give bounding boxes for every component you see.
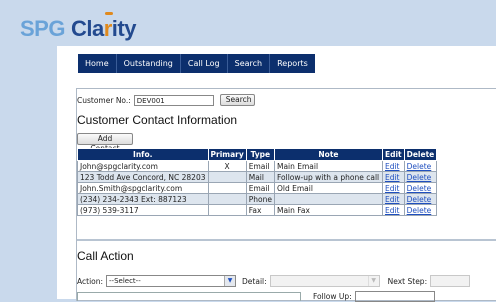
next-step-label: Next Step: xyxy=(387,276,428,286)
col-edit: Edit xyxy=(381,148,405,161)
contact-type: Fax xyxy=(245,204,275,216)
contact-note xyxy=(273,193,383,205)
contact-primary xyxy=(207,182,247,194)
contact-primary xyxy=(207,171,247,183)
delete-link[interactable]: Delete xyxy=(407,206,432,215)
nav-outstanding[interactable]: Outstanding xyxy=(117,54,181,73)
edit-link[interactable]: Edit xyxy=(385,206,400,215)
follow-up-row: Follow Up: xyxy=(313,291,435,302)
customer-search-button[interactable]: Search xyxy=(219,94,255,106)
edit-link[interactable]: Edit xyxy=(385,162,400,171)
table-row: John.Smith@spgclarity.com Email Old Emai… xyxy=(77,182,438,194)
detail-label: Detail: xyxy=(242,276,267,286)
col-note: Note xyxy=(273,148,383,161)
nav-search[interactable]: Search xyxy=(228,54,271,73)
delete-link[interactable]: Delete xyxy=(407,195,432,204)
contact-type: Email xyxy=(245,182,275,194)
chevron-down-icon: ▼ xyxy=(367,276,379,286)
customer-no-input[interactable]: DEV001 xyxy=(133,94,214,106)
col-primary: Primary xyxy=(207,148,247,161)
delete-link[interactable]: Delete xyxy=(407,184,432,193)
contact-info: 123 Todd Ave Concord, NC 28203 xyxy=(77,171,209,183)
contact-section-title: Customer Contact Information xyxy=(77,113,238,127)
edit-link[interactable]: Edit xyxy=(385,173,400,182)
col-type: Type xyxy=(245,148,275,161)
next-step-select[interactable] xyxy=(430,275,471,287)
chevron-down-icon: ▼ xyxy=(224,276,236,286)
page-content: Home Outstanding Call Log Search Reports… xyxy=(57,46,496,302)
contact-info: John@spgclarity.com xyxy=(77,160,209,172)
main-nav: Home Outstanding Call Log Search Reports xyxy=(78,54,315,73)
nav-reports[interactable]: Reports xyxy=(270,54,315,73)
edit-link[interactable]: Edit xyxy=(385,195,400,204)
contact-primary xyxy=(207,204,247,216)
contact-note: Main Email xyxy=(273,160,383,172)
contact-type: Phone xyxy=(245,193,275,205)
logo: SPG Cla r ity xyxy=(20,12,136,42)
contact-note: Old Email xyxy=(273,182,383,194)
action-select-value: --Select-- xyxy=(109,277,141,285)
action-label: Action: xyxy=(77,276,104,286)
nav-call-log[interactable]: Call Log xyxy=(181,54,228,73)
contact-info: (234) 234-2343 Ext: 887123 xyxy=(77,193,209,205)
contact-primary xyxy=(207,193,247,205)
contacts-header-row: Info. Primary Type Note Edit Delete xyxy=(77,148,438,161)
logo-spg: SPG xyxy=(20,16,65,41)
contacts-table: Info. Primary Type Note Edit Delete John… xyxy=(77,148,438,216)
table-row: (234) 234-2343 Ext: 887123 Phone Edit De… xyxy=(77,193,438,205)
notes-textarea[interactable] xyxy=(77,292,301,301)
table-row: John@spgclarity.com X Email Main Email E… xyxy=(77,160,438,172)
contact-info: John.Smith@spgclarity.com xyxy=(77,182,209,194)
col-delete: Delete xyxy=(403,148,438,161)
logo-ity: ity xyxy=(111,16,137,41)
edit-link[interactable]: Edit xyxy=(385,184,400,193)
contact-info: (973) 539-3117 xyxy=(77,204,209,216)
detail-select[interactable]: ▼ xyxy=(269,275,380,287)
customer-no-label: Customer No.: xyxy=(77,95,131,105)
contact-primary: X xyxy=(207,160,247,172)
contact-type: Email xyxy=(245,160,275,172)
table-row: (973) 539-3117 Fax Main Fax Edit Delete xyxy=(77,204,438,216)
delete-link[interactable]: Delete xyxy=(407,173,432,182)
contact-type: Mail xyxy=(245,171,275,183)
call-action-row: Action: --Select-- ▼ Detail: ▼ Next Step… xyxy=(77,275,471,287)
nav-home[interactable]: Home xyxy=(78,54,117,73)
contact-note: Main Fax xyxy=(273,204,383,216)
contact-note: Follow-up with a phone call xyxy=(273,171,383,183)
delete-link[interactable]: Delete xyxy=(407,162,432,171)
col-info: Info. xyxy=(77,148,209,161)
section-divider xyxy=(77,239,496,241)
follow-up-input[interactable] xyxy=(354,291,435,302)
logo-r: r xyxy=(103,12,113,41)
action-select[interactable]: --Select-- ▼ xyxy=(106,275,237,287)
call-action-title: Call Action xyxy=(77,249,134,263)
follow-up-label: Follow Up: xyxy=(313,292,352,301)
customer-panel: Customer No.: DEV001 Search Customer Con… xyxy=(76,88,496,302)
customer-row: Customer No.: DEV001 Search xyxy=(77,94,255,106)
table-row: 123 Todd Ave Concord, NC 28203 Mail Foll… xyxy=(77,171,438,183)
logo-cla: Cla xyxy=(70,16,104,41)
add-contact-button[interactable]: Add Contact xyxy=(77,133,133,153)
